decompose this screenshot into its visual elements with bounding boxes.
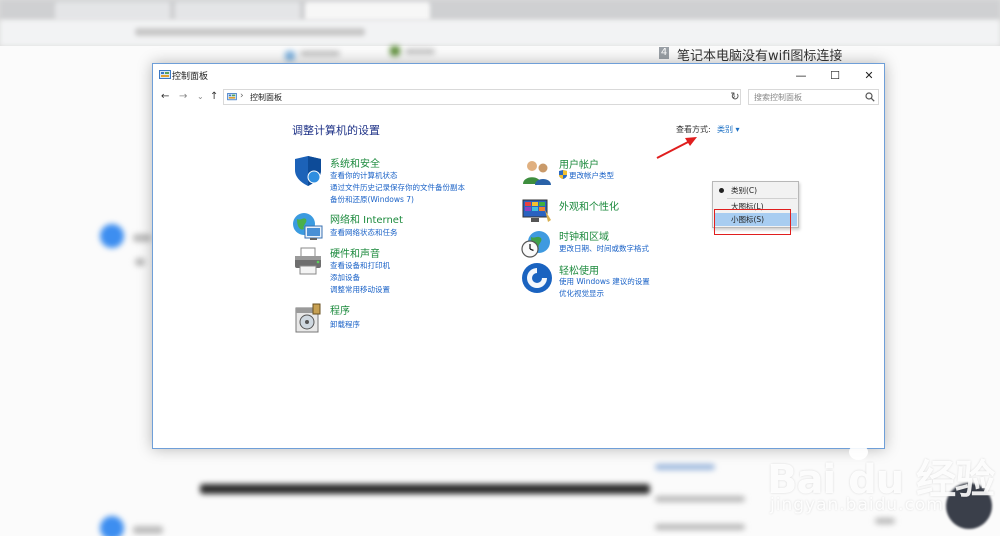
category-link[interactable]: 通过文件历史记录保存你的文件备份副本 xyxy=(330,182,465,193)
control-panel-icon xyxy=(227,93,237,101)
category-link[interactable]: 更改帐户类型 xyxy=(559,170,614,181)
printer-icon xyxy=(295,247,321,275)
view-by-dropdown[interactable]: 类别 ▾ xyxy=(717,124,740,135)
address-bar[interactable]: › 控制面板 ⌄ xyxy=(223,89,741,105)
category-title[interactable]: 网络和 Internet xyxy=(330,211,403,226)
refresh-icon[interactable]: ↻ xyxy=(728,89,742,105)
radio-selected-dot-icon xyxy=(719,188,724,193)
category-title[interactable]: 系统和安全 xyxy=(330,155,380,170)
category-ease-of-access: 轻松使用 使用 Windows 建议的设置 优化视觉显示 xyxy=(521,262,721,302)
view-by-label: 查看方式: xyxy=(676,125,711,134)
uac-shield-icon xyxy=(559,170,567,179)
category-title[interactable]: 轻松使用 xyxy=(559,262,599,277)
category-network-internet: 网络和 Internet 查看网络状态和任务 xyxy=(292,211,492,243)
background-tip-title: 笔记本电脑没有wifi图标连接 xyxy=(677,49,843,64)
category-link[interactable]: 查看设备和打印机 xyxy=(330,260,390,271)
maximize-button[interactable]: ☐ xyxy=(818,64,852,86)
back-arrow-icon[interactable]: ← xyxy=(161,90,169,104)
category-system-security: 系统和安全 查看你的计算机状态 通过文件历史记录保存你的文件备份副本 备份和还原… xyxy=(292,155,522,205)
category-title[interactable]: 时钟和区域 xyxy=(559,228,609,243)
category-link[interactable]: 查看网络状态和任务 xyxy=(330,227,398,238)
category-clock-region: 时钟和区域 更改日期、时间或数字格式 xyxy=(521,228,721,260)
category-link[interactable]: 备份和还原(Windows 7) xyxy=(330,194,414,205)
navigation-bar: ← → ⌄ ↑ › 控制面板 ⌄ ↻ 搜索控制面板 xyxy=(153,86,884,108)
category-title[interactable]: 用户帐户 xyxy=(559,156,599,171)
search-placeholder: 搜索控制面板 xyxy=(754,93,802,102)
window-title: 控制面板 xyxy=(172,72,209,82)
shield-icon xyxy=(295,156,321,186)
accessibility-icon xyxy=(522,263,552,293)
content-area: 调整计算机的设置 查看方式: 类别 ▾ 系统和安全 查看你的计算机状态 通过文件… xyxy=(153,108,884,450)
search-icon xyxy=(865,92,875,102)
close-button[interactable]: ✕ xyxy=(852,64,886,86)
category-link[interactable]: 查看你的计算机状态 xyxy=(330,170,398,181)
background-tab-strip xyxy=(0,0,1000,20)
category-link[interactable]: 更改日期、时间或数字格式 xyxy=(559,243,649,254)
category-hardware-sound: 硬件和声音 查看设备和打印机 添加设备 调整常用移动设置 xyxy=(292,245,492,295)
category-link[interactable]: 调整常用移动设置 xyxy=(330,284,390,295)
category-title[interactable]: 程序 xyxy=(330,302,350,317)
users-icon xyxy=(523,161,551,185)
control-panel-window: 控制面板 — ☐ ✕ ← → ⌄ ↑ › 控制面板 ⌄ ↻ 搜索控制面板 调整计… xyxy=(152,63,885,449)
minimize-button[interactable]: — xyxy=(784,64,818,86)
globe-network-icon xyxy=(293,213,323,240)
appearance-monitor-icon xyxy=(522,199,551,222)
search-input[interactable]: 搜索控制面板 xyxy=(748,89,879,105)
category-title[interactable]: 硬件和声音 xyxy=(330,245,380,260)
category-link[interactable]: 卸载程序 xyxy=(330,319,360,330)
programs-disc-icon xyxy=(295,303,321,333)
category-appearance: 外观和个性化 xyxy=(521,196,721,228)
forward-arrow-icon[interactable]: → xyxy=(179,90,187,104)
menu-item-label: 类别(C) xyxy=(731,186,758,195)
page-heading: 调整计算机的设置 xyxy=(292,124,380,137)
category-programs: 程序 卸载程序 xyxy=(292,302,492,334)
menu-item-category[interactable]: 类别(C) xyxy=(714,184,797,197)
clock-globe-icon xyxy=(521,231,550,258)
title-bar: 控制面板 — ☐ ✕ xyxy=(153,64,884,86)
breadcrumb-separator: › xyxy=(240,91,244,101)
category-link[interactable]: 添加设备 xyxy=(330,272,360,283)
category-link-text: 更改帐户类型 xyxy=(569,171,614,180)
up-arrow-icon[interactable]: ↑ xyxy=(210,90,218,104)
background-address-bar xyxy=(0,20,1000,46)
highlight-annotation-box xyxy=(714,209,791,235)
floating-help-button xyxy=(946,483,992,529)
category-user-accounts: 用户帐户 更改帐户类型 xyxy=(521,156,721,188)
control-panel-icon xyxy=(159,70,171,79)
category-title[interactable]: 外观和个性化 xyxy=(559,198,619,213)
menu-separator xyxy=(727,198,797,199)
background-tip-number: 4 xyxy=(659,47,669,59)
category-link[interactable]: 优化视觉显示 xyxy=(559,288,604,299)
category-link[interactable]: 使用 Windows 建议的设置 xyxy=(559,276,650,287)
breadcrumb-control-panel[interactable]: 控制面板 xyxy=(250,92,282,103)
recent-locations-icon[interactable]: ⌄ xyxy=(197,90,204,104)
